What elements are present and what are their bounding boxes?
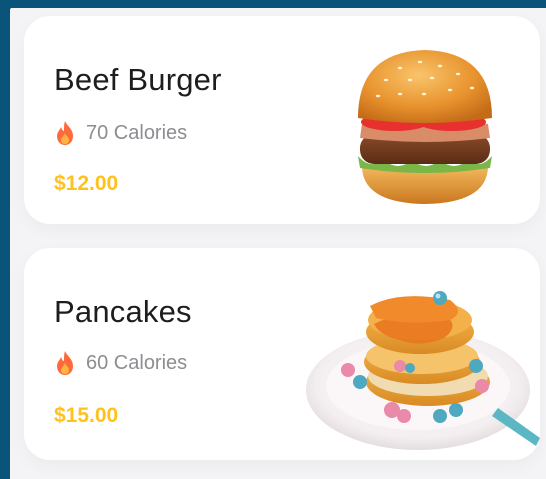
calories-row: 70 Calories (54, 120, 187, 146)
menu-screen: Beef Burger 70 Calories $12.00 Pancakes … (10, 8, 546, 479)
calories-text: 60 Calories (86, 351, 188, 374)
burger-image (358, 50, 492, 204)
flame-icon (57, 351, 73, 375)
price-text: $12.00 (54, 172, 119, 195)
food-card-pancakes[interactable]: Pancakes 60 Calories $15.00 (24, 248, 540, 460)
food-title: Beef Burger (54, 62, 222, 97)
pancakes-image (306, 291, 540, 450)
food-title: Pancakes (54, 294, 192, 329)
food-card-beef-burger[interactable]: Beef Burger 70 Calories $12.00 (24, 16, 540, 224)
flame-icon (57, 121, 73, 145)
price-text: $15.00 (54, 404, 119, 427)
calories-row: 60 Calories (54, 350, 187, 376)
calories-text: 70 Calories (86, 121, 188, 144)
